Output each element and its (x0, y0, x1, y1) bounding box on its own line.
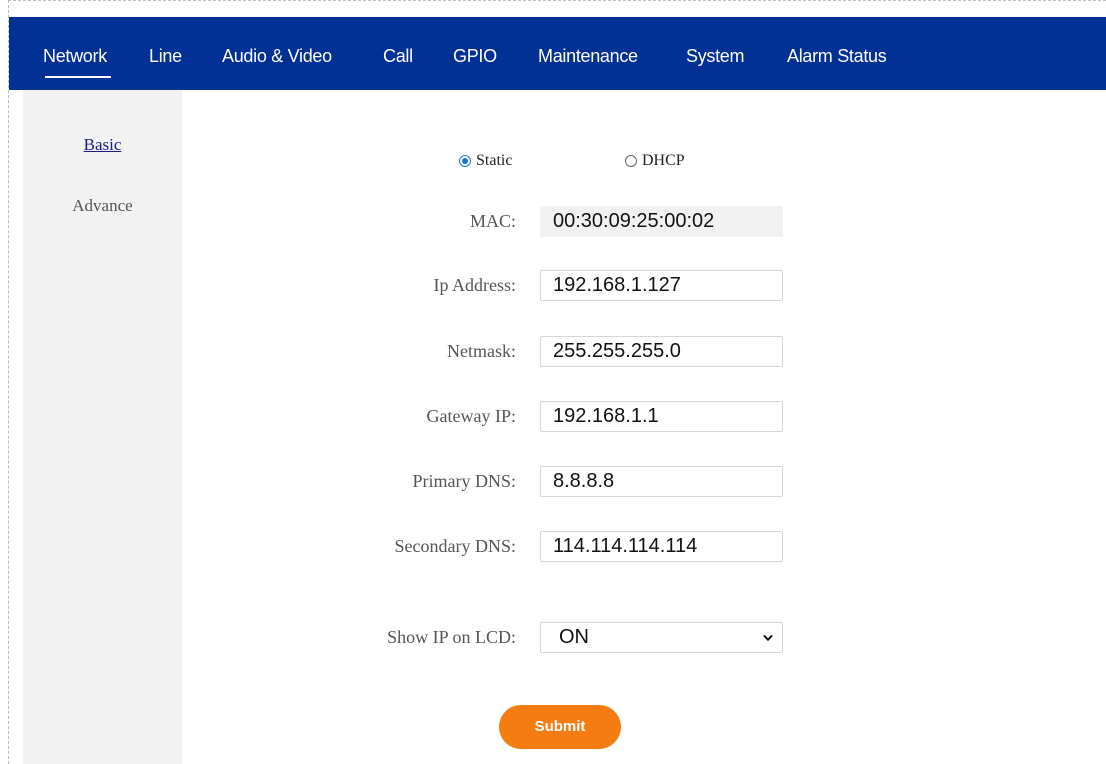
submit-button[interactable]: Submit (499, 705, 621, 749)
top-navigation-bar: Network Line Audio & Video Call GPIO Mai… (9, 17, 1106, 90)
radio-unchecked-icon[interactable] (625, 155, 637, 167)
primary-dns-label: Primary DNS: (412, 471, 517, 491)
radio-dhcp-label: DHCP (642, 152, 685, 169)
mac-label: MAC: (469, 211, 516, 231)
show-ip-lcd-select[interactable]: ON (540, 622, 783, 653)
nav-tab-alarm-status[interactable]: Alarm Status (787, 44, 887, 68)
radio-static[interactable]: Static (459, 150, 512, 172)
nav-tab-network[interactable]: Network (43, 44, 107, 68)
nav-tab-call[interactable]: Call (383, 44, 413, 68)
nav-active-underline (45, 76, 111, 78)
chevron-down-icon (763, 635, 773, 641)
secondary-dns-label: Secondary DNS: (394, 536, 516, 556)
sidebar-item-basic[interactable]: Basic (23, 135, 182, 155)
nav-tab-maintenance[interactable]: Maintenance (538, 44, 638, 68)
netmask-input[interactable]: 255.255.255.0 (540, 336, 783, 367)
page-frame-top (8, 0, 1106, 1)
gateway-ip-label: Gateway IP: (426, 406, 516, 426)
sidebar: Basic Advance (23, 90, 182, 764)
ip-address-label: Ip Address: (433, 275, 517, 295)
show-ip-lcd-value: ON (559, 626, 589, 648)
nav-tab-line[interactable]: Line (149, 44, 182, 68)
primary-dns-input[interactable]: 8.8.8.8 (540, 466, 783, 497)
secondary-dns-input[interactable]: 114.114.114.114 (540, 531, 783, 562)
netmask-label: Netmask: (447, 341, 516, 361)
page-frame-left (8, 0, 9, 764)
nav-tab-audio-video[interactable]: Audio & Video (222, 44, 332, 68)
show-ip-lcd-label: Show IP on LCD: (387, 627, 516, 647)
radio-dhcp[interactable]: DHCP (625, 150, 685, 172)
radio-checked-icon[interactable] (459, 155, 471, 167)
nav-tab-gpio[interactable]: GPIO (453, 44, 497, 68)
radio-static-label: Static (476, 152, 513, 169)
gateway-ip-input[interactable]: 192.168.1.1 (540, 401, 783, 432)
nav-tab-system[interactable]: System (686, 44, 745, 68)
mac-field: 00:30:09:25:00:02 (540, 206, 783, 237)
sidebar-item-advance[interactable]: Advance (23, 196, 182, 216)
ip-address-input[interactable]: 192.168.1.127 (540, 270, 783, 301)
